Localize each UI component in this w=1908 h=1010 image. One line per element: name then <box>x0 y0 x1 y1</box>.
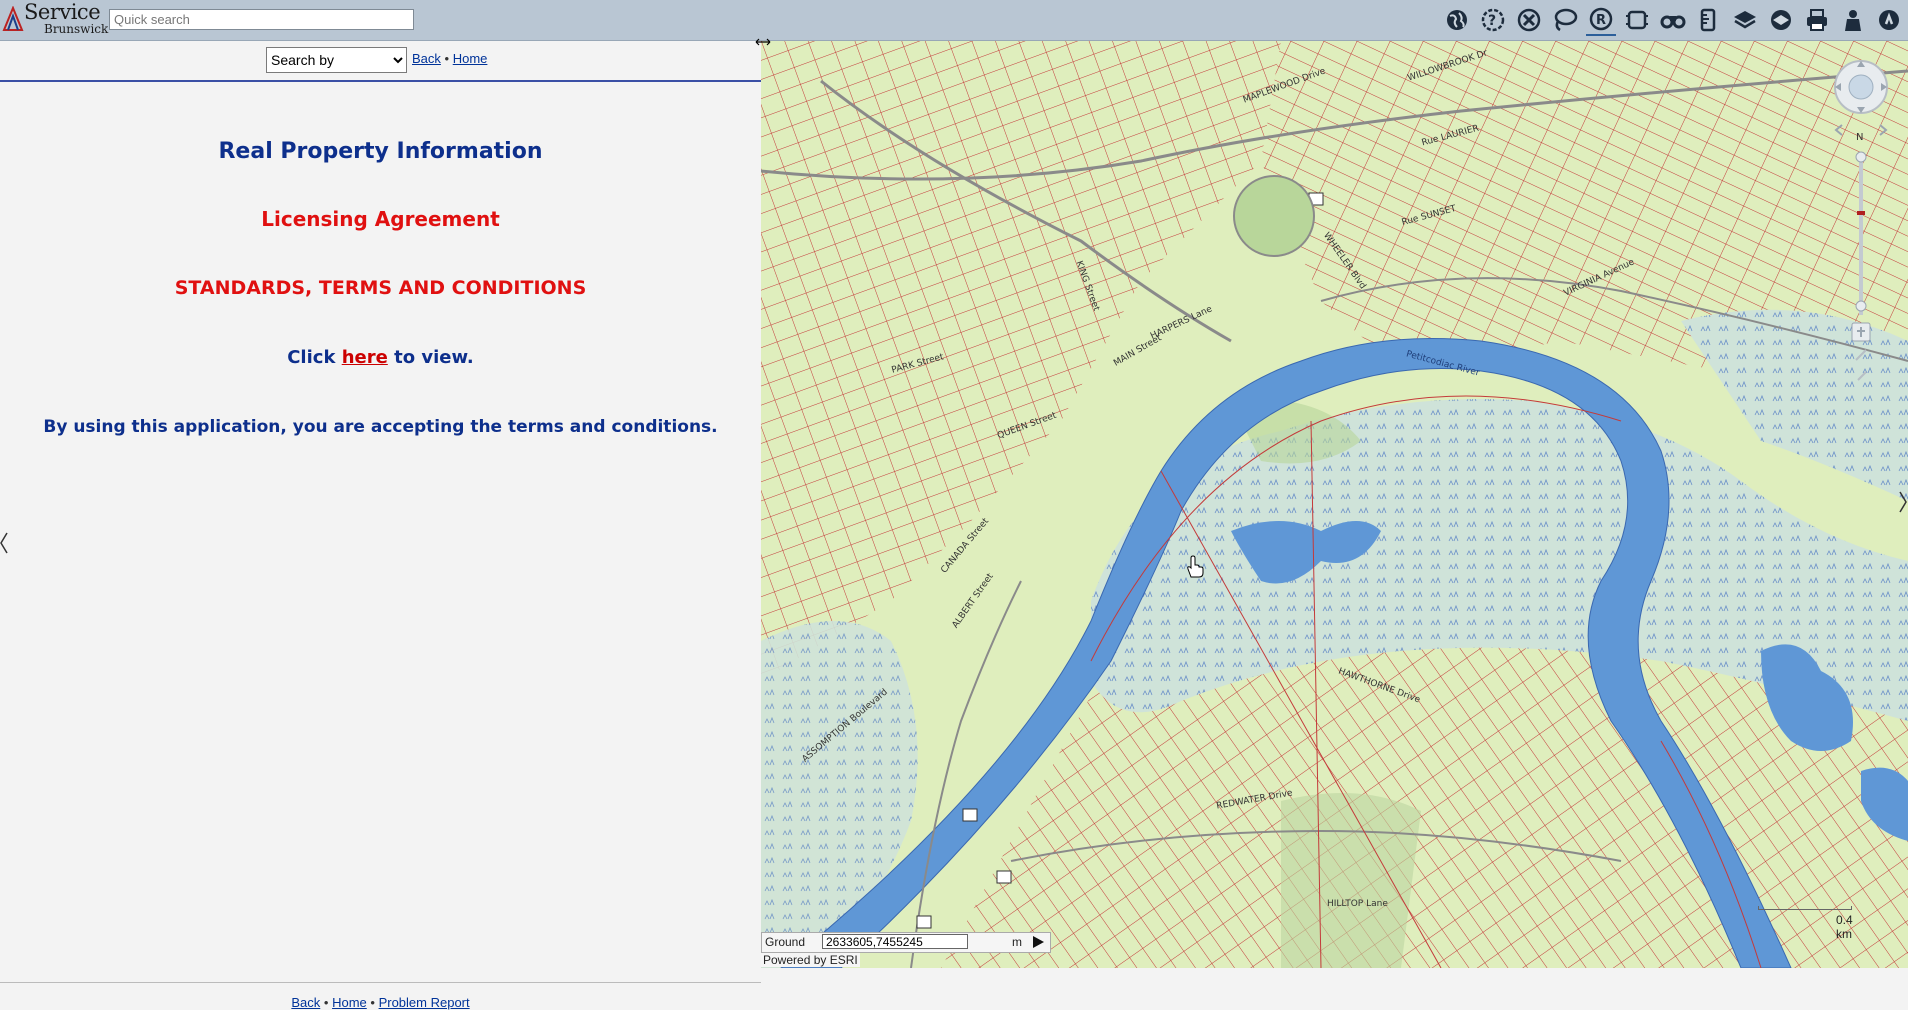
map-navigation-control[interactable]: N <box>1828 55 1894 405</box>
logo-sail-icon <box>2 6 24 31</box>
select-area-tool[interactable] <box>1622 5 1652 35</box>
terms-here-link[interactable]: here <box>342 347 388 368</box>
layers-tool[interactable] <box>1730 5 1760 35</box>
click-suffix: to view. <box>394 347 474 368</box>
acceptance-notice: By using this application, you are accep… <box>43 417 718 437</box>
footer-back-link[interactable]: Back <box>291 995 320 1010</box>
footer-separator: • <box>370 995 375 1010</box>
street-label: HILLTOP Lane <box>1327 899 1388 909</box>
svg-text:R: R <box>1596 13 1606 28</box>
coordinate-bar: Ground m <box>761 932 1051 953</box>
panel-nav-row: Search by Back • Home <box>0 41 761 82</box>
footer-home-link[interactable]: Home <box>332 995 367 1010</box>
globe-tool[interactable] <box>1442 5 1472 35</box>
print-icon <box>1807 9 1827 31</box>
quick-search-input[interactable] <box>109 9 414 30</box>
zoom-out-icon <box>1855 300 1867 312</box>
panel-nav-links: Back • Home <box>412 51 487 66</box>
hand-cursor-icon <box>1187 555 1204 578</box>
click-prefix: Click <box>287 347 336 368</box>
binoculars-tool[interactable] <box>1658 5 1688 35</box>
svg-text:N: N <box>1856 132 1863 143</box>
select-area-icon <box>1626 10 1648 30</box>
service-nb-logo[interactable]: Service Brunswick <box>2 0 108 36</box>
home-link[interactable]: Home <box>453 51 488 66</box>
lasso-tool[interactable] <box>1550 5 1580 35</box>
nav-separator: • <box>444 51 450 66</box>
svg-text:?: ? <box>1488 13 1496 29</box>
logo-text-service: Service <box>24 0 101 24</box>
binoculars-icon <box>1660 15 1686 29</box>
coordinate-input[interactable] <box>822 934 968 949</box>
click-to-view-line: Click here to view. <box>0 347 761 368</box>
lasso-icon <box>1554 8 1578 32</box>
map-canvas[interactable] <box>761 41 1908 968</box>
zoom-in-icon <box>1855 151 1867 163</box>
help-icon <box>1879 10 1899 30</box>
search-by-select[interactable]: Search by <box>266 47 407 73</box>
problem-report-link[interactable]: Problem Report <box>379 995 470 1010</box>
map-viewer[interactable]: MAPLEWOOD Drive WILLOWBROOK Dr Rue LAURI… <box>761 41 1908 968</box>
left-panel: Search by Back • Home Real Property Info… <box>0 41 761 1010</box>
logo-text-brunswick: Brunswick <box>44 22 109 36</box>
scale-bar-line <box>1758 906 1852 910</box>
identify-help-tool[interactable]: ? <box>1478 5 1508 35</box>
user-tool[interactable] <box>1838 5 1868 35</box>
overview-icon <box>1771 10 1791 30</box>
measure-icon <box>1700 8 1716 32</box>
page-title: Real Property Information <box>218 139 543 164</box>
powered-by-esri: Powered by ESRI <box>761 953 860 967</box>
map-tools: ? R <box>1442 4 1904 36</box>
standards-heading: STANDARDS, TERMS AND CONDITIONS <box>174 277 587 299</box>
back-link[interactable]: Back <box>412 51 441 66</box>
measure-tool[interactable] <box>1694 5 1724 35</box>
overview-tool[interactable] <box>1766 5 1796 35</box>
panel-footer: Back • Home • Problem Report <box>0 982 761 1010</box>
globe-icon <box>1447 10 1467 30</box>
coordinate-unit: m <box>1012 935 1022 949</box>
print-tool[interactable] <box>1802 5 1832 35</box>
help-tool[interactable] <box>1874 5 1904 35</box>
clear-icon <box>1517 8 1541 32</box>
layers-icon <box>1734 11 1756 29</box>
scale-bar-text: 0.4 km <box>1836 913 1853 941</box>
collapse-left-arrow-icon[interactable] <box>0 531 8 555</box>
identify-help-icon: ? <box>1481 8 1505 32</box>
scale-bar: 0.4 km <box>1755 902 1855 941</box>
reference-icon: R <box>1589 7 1613 31</box>
footer-separator: • <box>323 995 329 1010</box>
top-toolbar: Service Brunswick ? R <box>0 0 1908 41</box>
user-icon <box>1845 10 1861 31</box>
panel-resize-handle-icon[interactable] <box>755 38 771 46</box>
coordinate-system-label: Ground <box>765 935 806 949</box>
expand-right-arrow-icon[interactable] <box>1898 490 1908 514</box>
reference-tool[interactable]: R <box>1586 4 1616 36</box>
clear-tool[interactable] <box>1514 5 1544 35</box>
go-arrow-icon[interactable] <box>1030 934 1046 950</box>
licensing-heading: Licensing Agreement <box>261 207 500 231</box>
